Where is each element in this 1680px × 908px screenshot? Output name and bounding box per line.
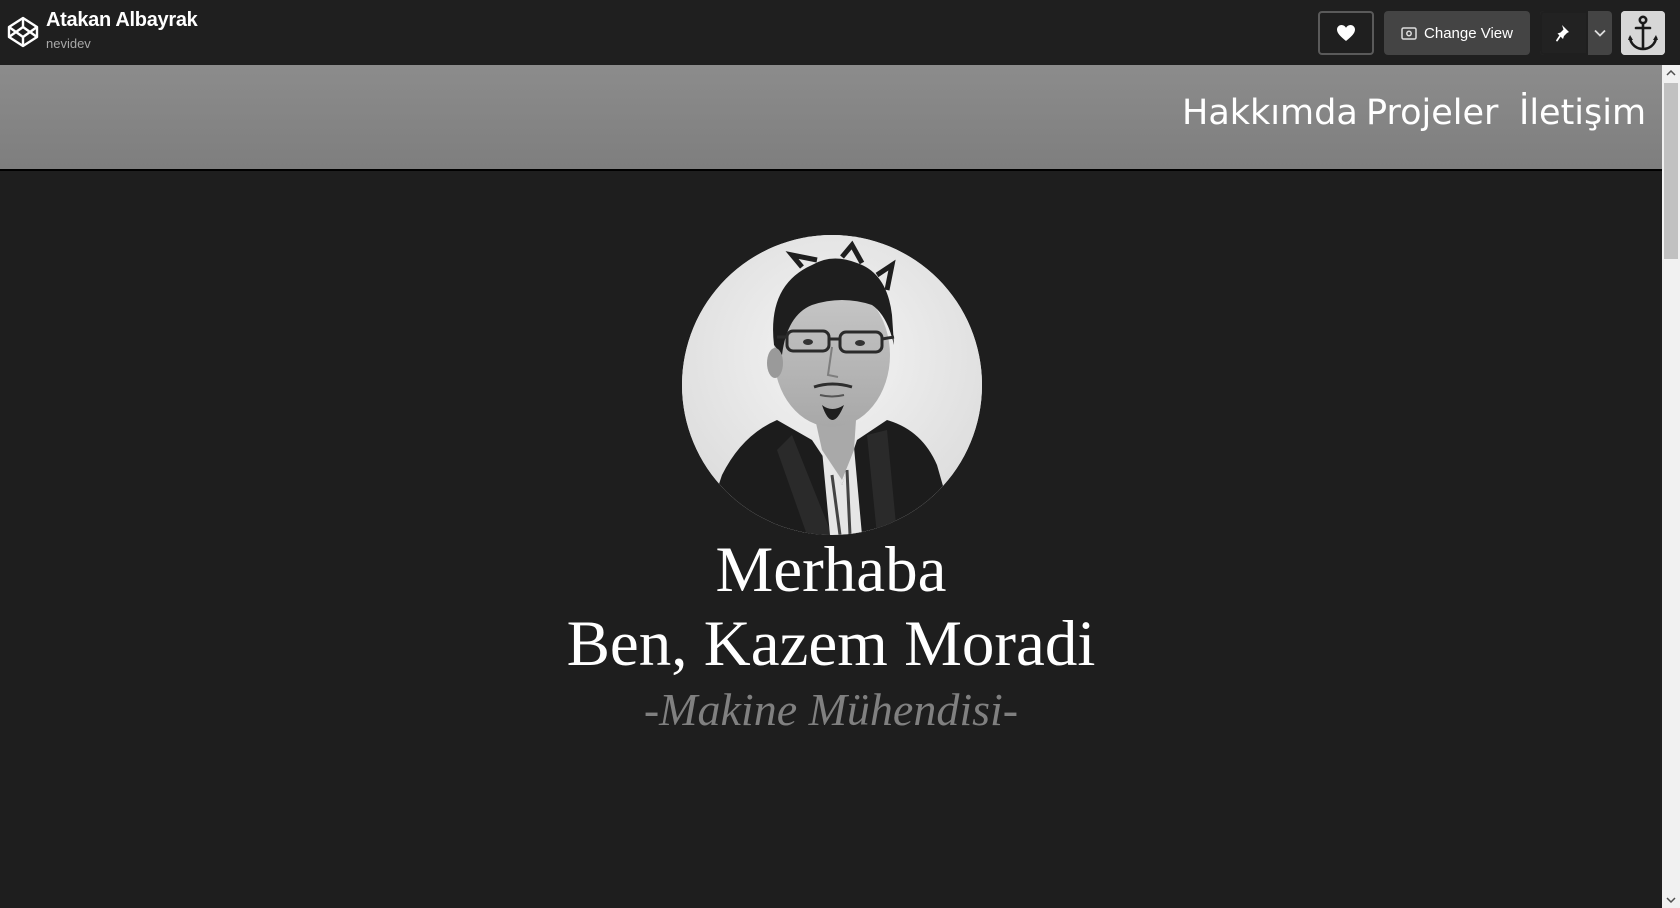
site-navbar: Hakkımda Projeler İletişim [0,65,1662,171]
hero-greeting: Merhaba Ben, Kazem Moradi [0,533,1662,681]
heart-icon [1337,25,1355,41]
change-view-button[interactable]: Change View [1384,11,1530,55]
codepen-logo-icon[interactable] [6,15,40,49]
chevron-down-icon [1666,897,1676,903]
pin-button-group [1540,11,1612,55]
user-avatar[interactable] [1621,11,1665,55]
like-button[interactable] [1318,11,1374,55]
pin-button[interactable] [1540,11,1588,55]
anchor-icon [1621,11,1665,55]
pin-dropdown-button[interactable] [1588,11,1612,55]
nav-link-about[interactable]: Hakkımda [1182,93,1358,133]
editor-header: Atakan Albayrak nevidev Change View [0,0,1680,65]
scroll-thumb[interactable] [1664,83,1678,259]
nav-link-projects[interactable]: Projeler [1366,93,1498,133]
chevron-down-icon [1594,29,1606,37]
eye-icon [1401,26,1417,40]
change-view-label: Change View [1424,24,1513,42]
profile-photo [682,235,982,535]
result-preview: Hakkımda Projeler İletişim Merhaba Ben, … [0,65,1662,908]
nav-link-contact[interactable]: İletişim [1519,93,1646,133]
hero-line-hello: Merhaba [715,534,947,606]
chevron-up-icon [1666,70,1676,76]
vertical-scrollbar[interactable] [1662,65,1680,908]
scroll-up-arrow[interactable] [1662,65,1680,81]
pin-icon [1556,25,1569,42]
pen-username[interactable]: nevidev [46,36,91,51]
scroll-down-arrow[interactable] [1662,892,1680,908]
pen-title[interactable]: Atakan Albayrak [46,9,198,32]
hero-subtitle: -Makine Mühendisi- [643,684,1019,735]
hero-line-name: Ben, Kazem Moradi [566,608,1096,680]
